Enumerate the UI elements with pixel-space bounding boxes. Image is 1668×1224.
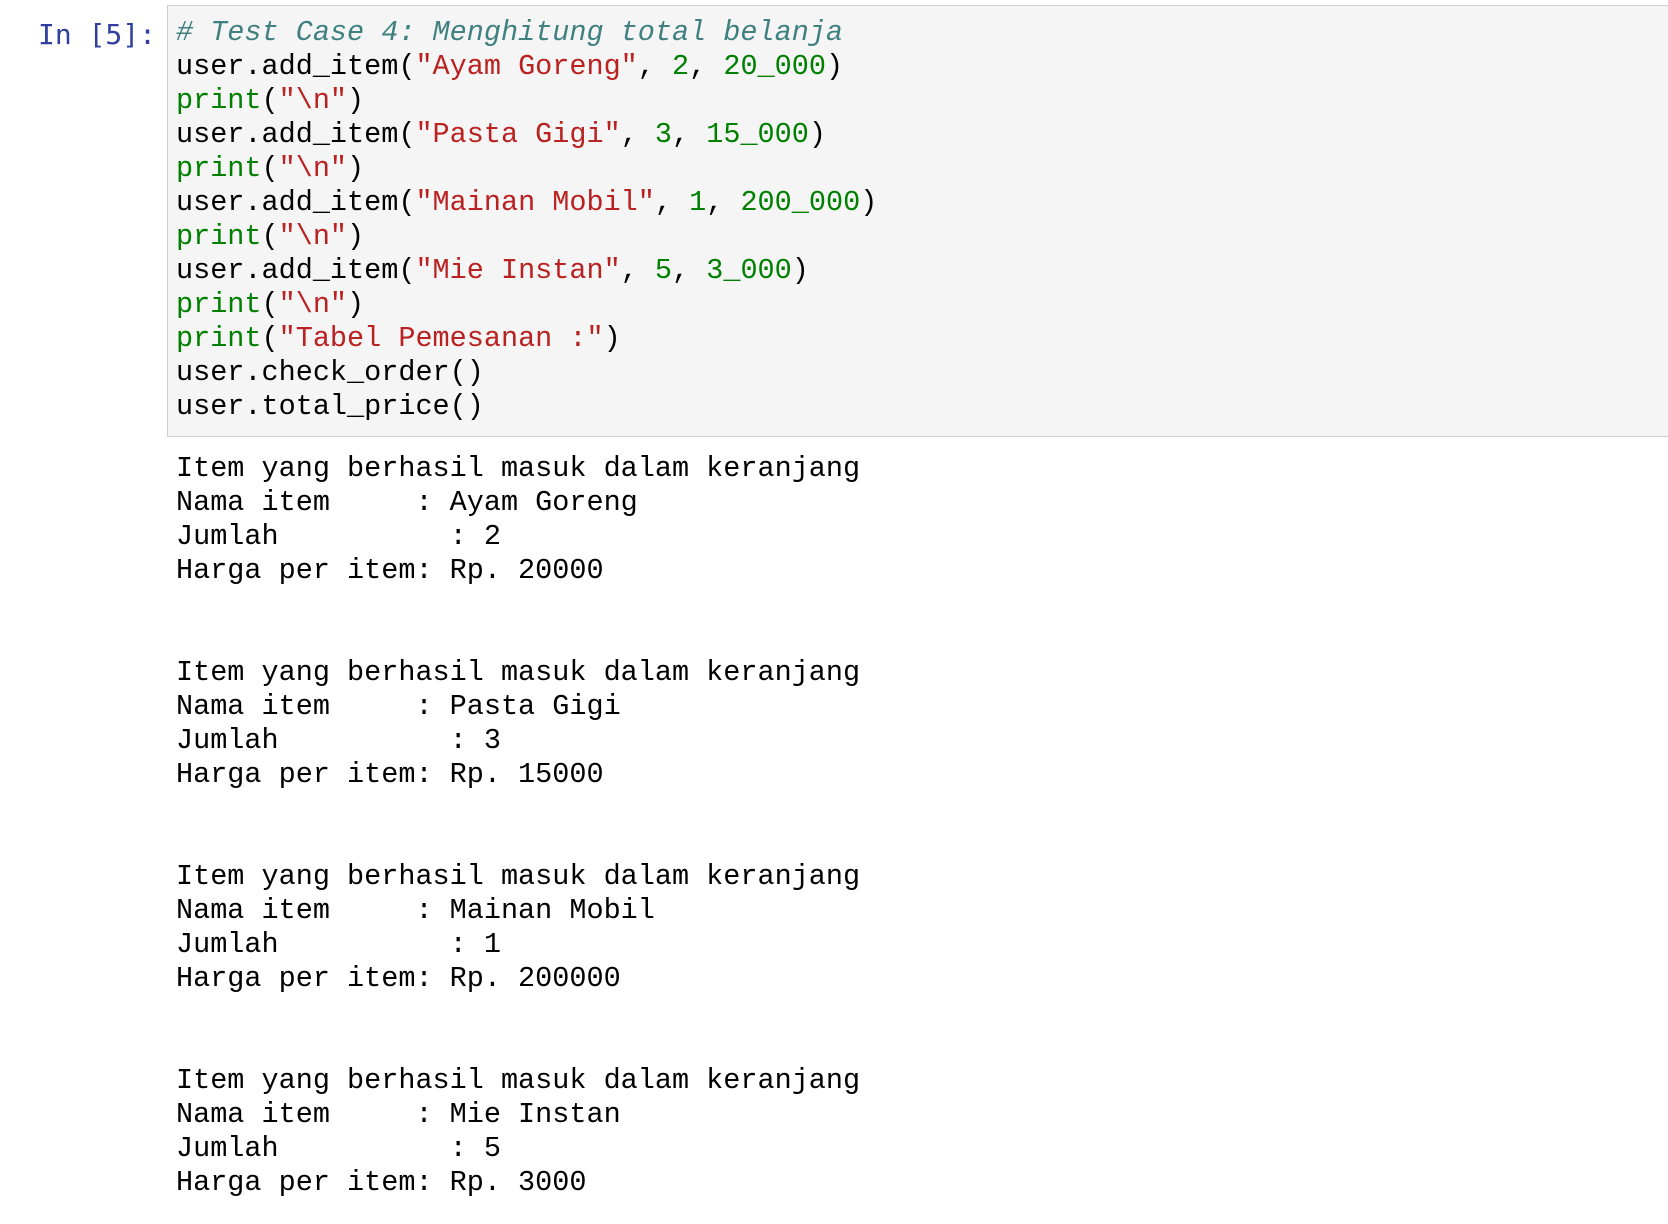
paren: )	[808, 118, 826, 151]
method-call: user.add_item(	[176, 50, 416, 83]
separator: ,	[672, 254, 707, 287]
builtin-print: print	[176, 220, 262, 253]
code-line: user.total_price()	[176, 390, 877, 424]
string-literal: "Ayam Goreng"	[415, 50, 638, 83]
separator: ,	[706, 186, 741, 219]
code-line: print("\n")	[176, 84, 877, 118]
string-literal: "\n"	[278, 288, 348, 321]
output-header: Item yang berhasil masuk dalam keranjang	[176, 1064, 861, 1097]
paren: (	[261, 288, 279, 321]
output-header: Item yang berhasil masuk dalam keranjang	[176, 860, 861, 893]
string-literal: "\n"	[278, 152, 348, 185]
output-item-name: Nama item : Mainan Mobil	[176, 894, 655, 927]
number-literal: 200_000	[740, 186, 861, 219]
code-line: user.add_item("Pasta Gigi", 3, 15_000)	[176, 118, 877, 152]
input-prompt: In [5]:	[38, 18, 157, 51]
paren: (	[261, 322, 279, 355]
output-header: Item yang berhasil masuk dalam keranjang	[176, 452, 861, 485]
builtin-print: print	[176, 152, 262, 185]
output-price: Harga per item: Rp. 3000	[176, 1166, 587, 1199]
string-literal: "\n"	[278, 220, 348, 253]
output-spacer	[176, 588, 860, 656]
code-line: user.add_item("Ayam Goreng", 2, 20_000)	[176, 50, 877, 84]
paren: )	[791, 254, 809, 287]
code-content[interactable]: # Test Case 4: Menghitung total belanja u…	[176, 16, 877, 424]
number-literal: 3_000	[706, 254, 792, 287]
output-price: Harga per item: Rp. 15000	[176, 758, 604, 791]
method-call: user.add_item(	[176, 254, 416, 287]
output-spacer	[176, 996, 860, 1064]
paren: (	[261, 84, 279, 117]
paren: )	[347, 152, 365, 185]
code-line-comment: # Test Case 4: Menghitung total belanja	[176, 16, 877, 50]
code-line: print("\n")	[176, 288, 877, 322]
paren: )	[347, 220, 365, 253]
builtin-print: print	[176, 84, 262, 117]
method-call: user.total_price()	[176, 390, 484, 423]
number-literal: 15_000	[706, 118, 809, 151]
output-quantity: Jumlah : 5	[176, 1132, 501, 1165]
separator: ,	[620, 118, 655, 151]
paren: (	[261, 220, 279, 253]
output-item-name: Nama item : Mie Instan	[176, 1098, 621, 1131]
separator: ,	[689, 50, 724, 83]
output-header: Item yang berhasil masuk dalam keranjang	[176, 656, 861, 689]
code-line: print("\n")	[176, 152, 877, 186]
output-item-name: Nama item : Ayam Goreng	[176, 486, 638, 519]
code-line: print("\n")	[176, 220, 877, 254]
paren: )	[860, 186, 878, 219]
paren: (	[261, 152, 279, 185]
method-call: user.add_item(	[176, 118, 416, 151]
builtin-print: print	[176, 288, 262, 321]
builtin-print: print	[176, 322, 262, 355]
separator: ,	[654, 186, 690, 219]
output-quantity: Jumlah : 2	[176, 520, 501, 553]
separator: ,	[620, 254, 655, 287]
string-literal: "Mainan Mobil"	[415, 186, 655, 219]
number-literal: 2	[672, 50, 690, 83]
separator: ,	[672, 118, 707, 151]
output-item-name: Nama item : Pasta Gigi	[176, 690, 621, 723]
string-literal: "Mie Instan"	[415, 254, 621, 287]
string-literal: "\n"	[278, 84, 348, 117]
output-price: Harga per item: Rp. 200000	[176, 962, 621, 995]
paren: )	[347, 84, 365, 117]
output-price: Harga per item: Rp. 20000	[176, 554, 604, 587]
method-call: user.check_order()	[176, 356, 484, 389]
paren: )	[825, 50, 844, 83]
output-quantity: Jumlah : 1	[176, 928, 501, 961]
paren: )	[603, 322, 621, 355]
number-literal: 3	[654, 118, 673, 151]
code-line: print("Tabel Pemesanan :")	[176, 322, 877, 356]
string-literal: "Pasta Gigi"	[415, 118, 621, 151]
code-line: user.add_item("Mainan Mobil", 1, 200_000…	[176, 186, 877, 220]
output-spacer	[176, 792, 860, 860]
separator: ,	[637, 50, 673, 83]
output-quantity: Jumlah : 3	[176, 724, 501, 757]
cell-output: Item yang berhasil masuk dalam keranjang…	[176, 452, 860, 1200]
number-literal: 5	[654, 254, 673, 287]
number-literal: 20_000	[723, 50, 826, 83]
code-line: user.check_order()	[176, 356, 877, 390]
number-literal: 1	[689, 186, 707, 219]
method-call: user.add_item(	[176, 186, 416, 219]
paren: )	[347, 288, 365, 321]
code-line: user.add_item("Mie Instan", 5, 3_000)	[176, 254, 877, 288]
string-literal: "Tabel Pemesanan :"	[278, 322, 604, 355]
comment: # Test Case 4: Menghitung total belanja	[176, 16, 844, 49]
